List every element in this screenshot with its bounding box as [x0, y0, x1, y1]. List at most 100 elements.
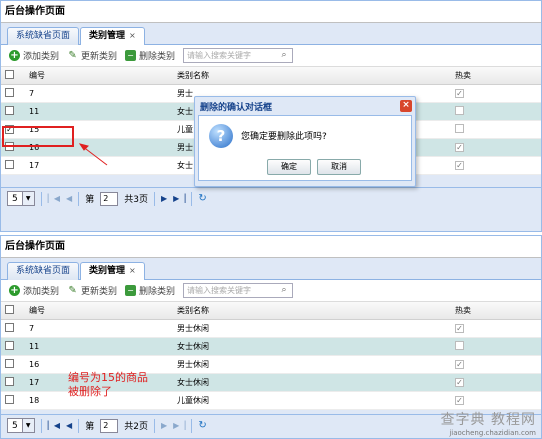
first-page-icon[interactable]: ▏◀ [48, 421, 60, 430]
tab-category-management[interactable]: 类别管理 × [80, 27, 145, 46]
page-number-input[interactable]: 2 [100, 191, 119, 206]
row-checkbox[interactable] [5, 323, 14, 332]
hot-checkbox[interactable]: ✓ [455, 378, 464, 387]
cell-number: 11 [29, 107, 40, 116]
update-category-button[interactable]: ✎ 更新类别 [67, 49, 117, 62]
tab-default-page[interactable]: 系统缺省页面 [7, 27, 80, 45]
row-checkbox[interactable] [5, 160, 14, 169]
cancel-button[interactable]: 取消 [317, 159, 361, 175]
select-all-checkbox[interactable] [5, 70, 14, 79]
hot-checkbox[interactable] [455, 106, 464, 115]
add-label: 添加类别 [23, 287, 60, 297]
dialog-titlebar: 删除的确认对话框 × [195, 97, 415, 115]
dialog-message: 您确定要删除此项吗? [241, 132, 327, 142]
update-label: 更新类别 [81, 52, 118, 62]
tab-category-management[interactable]: 类别管理 × [80, 262, 145, 281]
toolbar: + 添加类别 ✎ 更新类别 − 删除类别 请输入搜索关键字 ⌕ [1, 280, 541, 302]
column-header-number[interactable]: 编号 [23, 305, 171, 316]
last-page-icon[interactable]: ▶▕ [173, 421, 185, 430]
close-icon[interactable]: × [129, 266, 136, 275]
column-header-name[interactable]: 类别名称 [171, 70, 449, 81]
chevron-down-icon: ▼ [21, 192, 34, 205]
panel-title: 后台操作页面 [1, 236, 541, 258]
next-page-icon[interactable]: ▶ [161, 194, 167, 203]
page-prefix: 第 [85, 422, 95, 432]
search-icon[interactable]: ⌕ [279, 285, 289, 296]
cell-name: 男士休闲 [177, 324, 209, 333]
table-row[interactable]: 11 女士休闲 [1, 338, 541, 356]
page-total: 共2页 [124, 422, 148, 432]
column-header-hot[interactable]: 热卖 [449, 305, 539, 316]
close-icon[interactable]: × [400, 100, 412, 112]
column-header-number[interactable]: 编号 [23, 70, 171, 81]
question-icon: ? [209, 124, 233, 148]
minus-icon: − [125, 285, 137, 296]
panel-title: 后台操作页面 [1, 1, 541, 23]
annotation-note: 编号为15的商品 被删除了 [68, 371, 148, 399]
tab-label: 系统缺省页面 [16, 31, 71, 41]
cell-number: 16 [29, 360, 40, 369]
hot-checkbox[interactable]: ✓ [455, 89, 464, 98]
pencil-icon: ✎ [68, 50, 77, 61]
grid-header: 编号 类别名称 热卖 [1, 302, 541, 320]
page-prefix: 第 [85, 195, 95, 205]
hot-checkbox[interactable]: ✓ [455, 143, 464, 152]
pager: 5 ▼ ▏◀ ◀ 第 2 共3页 ▶ ▶▕ ↻ [1, 187, 541, 209]
select-all-checkbox[interactable] [5, 305, 14, 314]
tab-bar: 系统缺省页面 类别管理 × [1, 23, 541, 46]
cell-name: 女士休闲 [177, 342, 209, 351]
row-checkbox[interactable] [5, 377, 14, 386]
page-size-select[interactable]: 5 ▼ [7, 191, 35, 206]
column-header-name[interactable]: 类别名称 [171, 305, 449, 316]
refresh-icon[interactable]: ↻ [198, 420, 206, 431]
page-total: 共3页 [124, 195, 148, 205]
prev-page-icon[interactable]: ◀ [66, 421, 72, 430]
watermark-line-1: 查字典 教程网 [440, 412, 536, 428]
tab-label: 类别管理 [89, 266, 126, 276]
chevron-down-icon: ▼ [21, 419, 34, 432]
hot-checkbox[interactable]: ✓ [455, 360, 464, 369]
next-page-icon[interactable]: ▶ [161, 421, 167, 430]
column-header-hot[interactable]: 热卖 [449, 70, 539, 81]
first-page-icon[interactable]: ▏◀ [48, 194, 60, 203]
row-checkbox[interactable] [5, 106, 14, 115]
highlight-box [2, 126, 74, 147]
tab-label: 系统缺省页面 [16, 266, 71, 276]
prev-page-icon[interactable]: ◀ [66, 194, 72, 203]
tab-default-page[interactable]: 系统缺省页面 [7, 262, 80, 280]
hot-checkbox[interactable]: ✓ [455, 324, 464, 333]
row-checkbox[interactable] [5, 341, 14, 350]
delete-category-button[interactable]: − 删除类别 [125, 284, 175, 297]
search-input[interactable]: 请输入搜索关键字 ⌕ [183, 283, 294, 298]
add-category-button[interactable]: + 添加类别 [9, 49, 59, 62]
hot-checkbox[interactable]: ✓ [455, 396, 464, 405]
last-page-icon[interactable]: ▶▕ [173, 194, 185, 203]
add-category-button[interactable]: + 添加类别 [9, 284, 59, 297]
search-icon[interactable]: ⌕ [279, 50, 289, 61]
ok-button[interactable]: 确定 [267, 159, 311, 175]
update-category-button[interactable]: ✎ 更新类别 [67, 284, 117, 297]
refresh-icon[interactable]: ↻ [198, 193, 206, 204]
search-input[interactable]: 请输入搜索关键字 ⌕ [183, 48, 294, 63]
page-size-select[interactable]: 5 ▼ [7, 418, 35, 433]
delete-label: 删除类别 [139, 52, 176, 62]
cell-number: 11 [29, 342, 40, 351]
delete-label: 删除类别 [139, 287, 176, 297]
hot-checkbox[interactable] [455, 341, 464, 350]
cell-number: 7 [29, 324, 35, 333]
tab-bar: 系统缺省页面 类别管理 × [1, 258, 541, 281]
hot-checkbox[interactable] [455, 124, 464, 133]
delete-category-button[interactable]: − 删除类别 [125, 49, 175, 62]
cell-number: 17 [29, 161, 40, 170]
table-row[interactable]: 7 男士休闲 ✓ [1, 320, 541, 338]
cell-number: 7 [29, 89, 35, 98]
row-checkbox[interactable] [5, 395, 14, 404]
search-placeholder: 请输入搜索关键字 [187, 51, 252, 60]
dialog-body: ? 您确定要删除此项吗? 确定 取消 [198, 115, 412, 181]
row-checkbox[interactable] [5, 88, 14, 97]
row-checkbox[interactable] [5, 359, 14, 368]
close-icon[interactable]: × [129, 31, 136, 40]
hot-checkbox[interactable]: ✓ [455, 161, 464, 170]
cell-name: 女士休闲 [177, 378, 209, 387]
page-number-input[interactable]: 2 [100, 418, 119, 433]
